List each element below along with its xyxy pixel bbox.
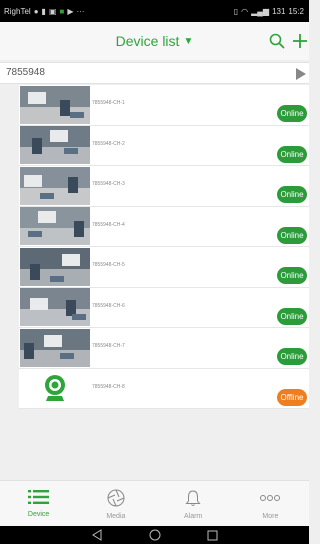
recents-button[interactable] (206, 528, 220, 542)
status-badge: Offline (277, 388, 307, 406)
channel-thumbnail (20, 85, 90, 124)
device-list-dropdown[interactable]: Device list ▼ (116, 33, 194, 49)
channel-row[interactable]: 7855948-CH-8 Offline (19, 368, 309, 409)
signal-icon: ▂▄▆ (251, 6, 270, 16)
tab-alarm[interactable]: Alarm (155, 481, 232, 526)
channel-name: 7855948-CH-5 (92, 262, 125, 268)
status-right: ▯ ◠ ▂▄▆ 131 15:2 (234, 7, 304, 16)
app-header: Device list ▼ (0, 22, 309, 60)
play-store-icon: ▶ (67, 6, 74, 16)
channel-name: 7855948-CH-8 (92, 383, 125, 390)
add-device-button[interactable] (289, 30, 311, 52)
device-group-row[interactable]: 7855948 (6, 62, 309, 84)
app-icon: ■ (59, 6, 65, 16)
channel-thumbnail (20, 247, 90, 286)
channel-row[interactable]: 7855948-CH-1 Online (19, 85, 309, 126)
tab-alarm-label: Alarm (183, 513, 203, 520)
tab-device[interactable]: Device (0, 481, 77, 526)
search-icon (269, 33, 285, 49)
channel-row[interactable]: 7855948-CH-7 Online (19, 328, 309, 369)
status-badge: Online (277, 105, 307, 122)
channel-thumbnail (20, 328, 90, 367)
channel-row[interactable]: 7855948-CH-5 Online (19, 247, 309, 288)
tab-more[interactable]: More (232, 481, 309, 526)
channel-name: 7855948-CH-3 (92, 181, 125, 187)
channel-list: 7855948-CH-1 Online 7855948-CH-2 Online 7855… (19, 85, 309, 409)
channel-row[interactable]: 7855948-CH-2 Online (19, 125, 309, 166)
tab-device-label: Device (27, 511, 50, 518)
channel-name: 7855948-CH-6 (92, 302, 125, 309)
image-icon: ▣ (48, 6, 57, 16)
channel-row[interactable]: 7855948-CH-6 Online (19, 287, 309, 328)
notification-icon: ▮ (41, 6, 46, 16)
caret-down-icon: ▼ (183, 35, 194, 47)
channel-name: 7855948-CH-4 (92, 221, 125, 228)
play-triangle-icon[interactable] (296, 68, 306, 80)
channel-name: 7855948-CH-2 (92, 140, 125, 147)
status-badge: Online (277, 226, 307, 244)
battery-level: 131 (272, 6, 286, 16)
carrier-name: RighTel (4, 6, 31, 16)
bottom-tab-bar: Device Media Alarm More (0, 480, 309, 526)
status-badge: Online (277, 348, 307, 365)
status-badge: Online (277, 307, 307, 325)
list-icon (27, 490, 49, 504)
back-button[interactable] (90, 528, 104, 542)
status-left: RighTel ● ▮ ▣ ■ ▶ ··· (4, 7, 85, 16)
channel-row[interactable]: 7855948-CH-4 Online (19, 206, 309, 247)
status-badge: Online (277, 267, 307, 284)
status-bar: RighTel ● ▮ ▣ ■ ▶ ··· ▯ ◠ ▂▄▆ 131 15:2 (0, 0, 309, 22)
channel-thumbnail (20, 166, 90, 205)
camera-icon (20, 369, 90, 408)
home-circle-icon (149, 529, 160, 541)
recents-square-icon (207, 530, 218, 540)
tab-more-label: More (262, 513, 279, 520)
page-title: Device list (115, 33, 180, 49)
vibrate-icon: ▯ (233, 6, 239, 16)
channel-thumbnail (20, 288, 90, 327)
chat-icon: ● (33, 6, 39, 16)
channel-thumbnail (20, 126, 90, 165)
more-dots-icon (260, 495, 281, 501)
wifi-icon: ◠ (241, 6, 249, 16)
status-badge: Online (277, 145, 307, 163)
home-button[interactable] (148, 528, 162, 542)
status-badge: Online (277, 186, 307, 203)
bell-icon (185, 490, 201, 506)
channel-name: 7855948-CH-7 (92, 343, 125, 349)
aperture-icon (107, 489, 125, 507)
more-notifications-icon: ··· (76, 6, 85, 16)
device-group-name: 7855948 (6, 67, 45, 78)
tab-media[interactable]: Media (77, 481, 154, 526)
system-navigation-bar (0, 526, 309, 544)
plus-icon (293, 34, 307, 48)
channel-name: 7855948-CH-1 (92, 100, 125, 106)
back-triangle-icon (91, 529, 101, 541)
clock: 15:2 (288, 6, 304, 16)
search-button[interactable] (266, 30, 288, 52)
tab-media-label: Media (106, 513, 126, 520)
channel-thumbnail (20, 207, 90, 246)
channel-row[interactable]: 7855948-CH-3 Online (19, 166, 309, 207)
